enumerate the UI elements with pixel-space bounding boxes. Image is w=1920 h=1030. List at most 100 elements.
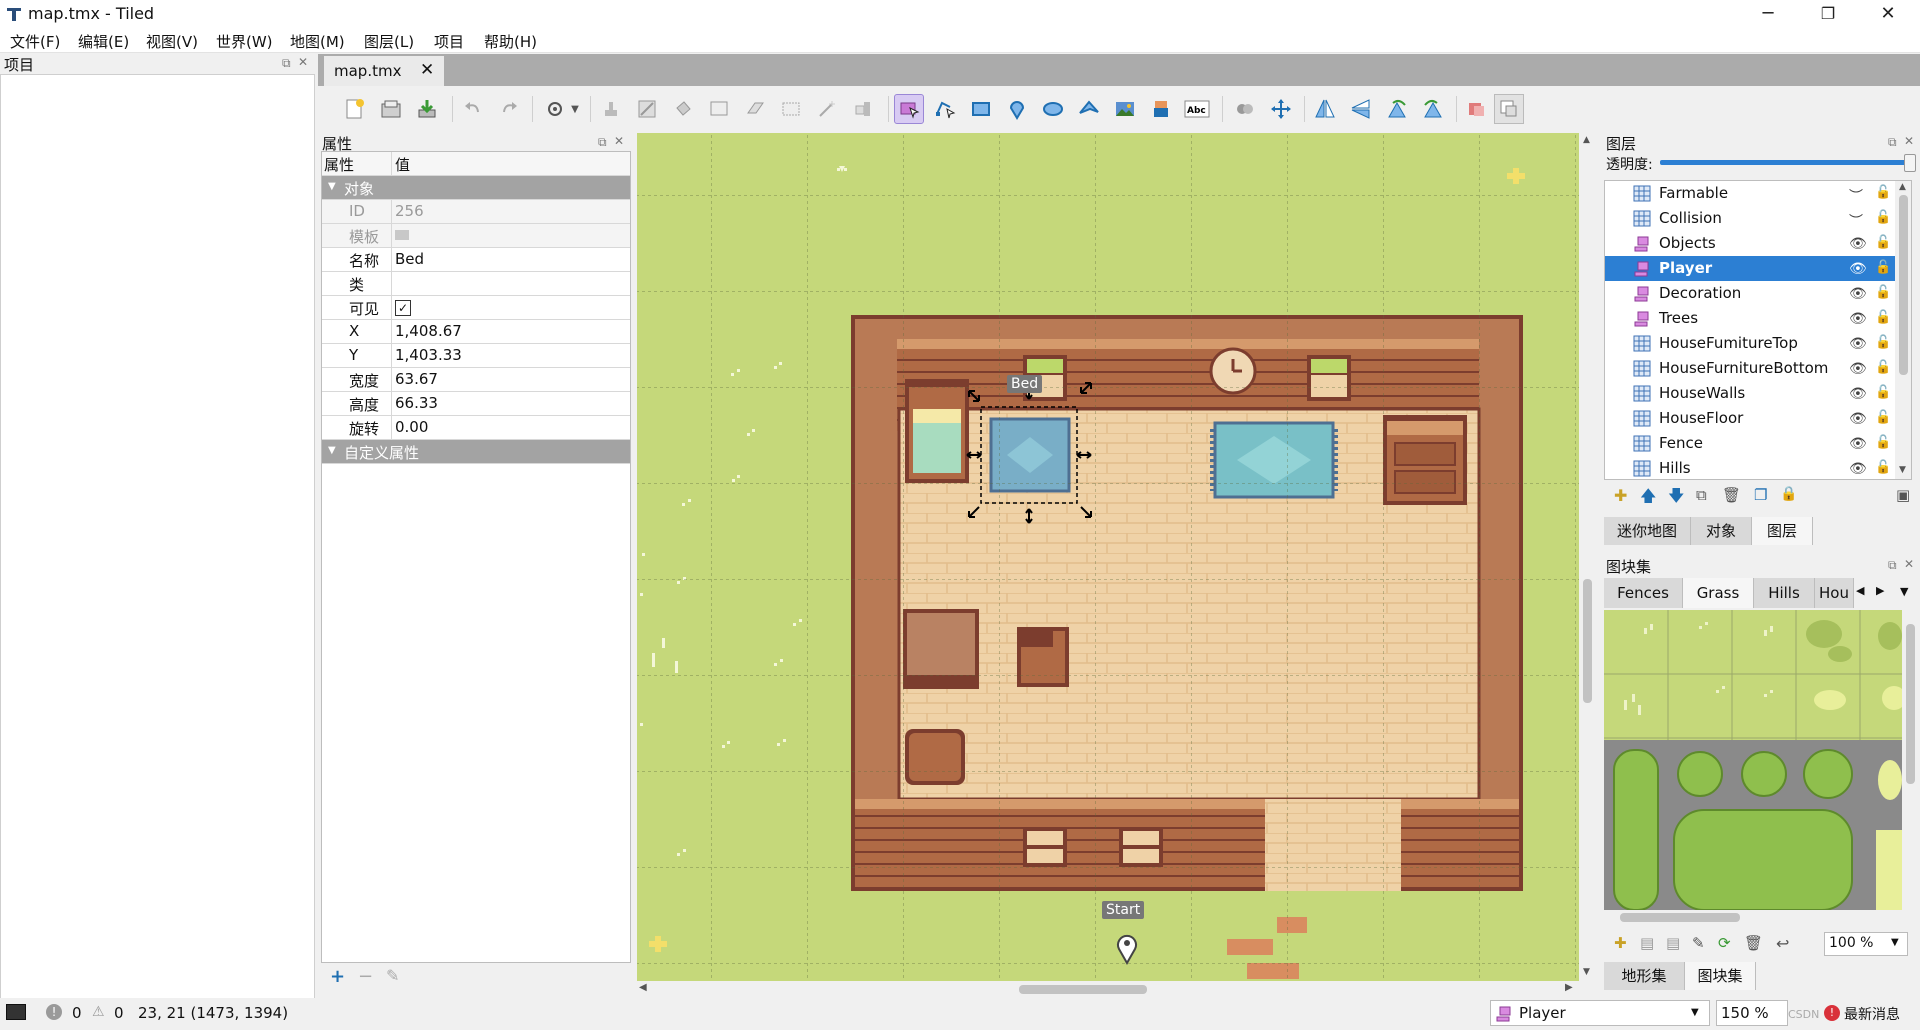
delete-layer-icon[interactable]: 🗑: [1722, 486, 1741, 504]
tab-scroll-right-icon[interactable]: ▶: [1876, 584, 1884, 597]
error-icon[interactable]: !: [46, 1004, 62, 1020]
tileset-tab-house[interactable]: Hou: [1815, 578, 1854, 608]
opacity-slider-handle[interactable]: [1904, 154, 1916, 172]
insert-rectangle-icon[interactable]: [966, 94, 996, 124]
terrain-brush-icon[interactable]: [632, 94, 662, 124]
select-same-tile-icon[interactable]: [848, 94, 878, 124]
visible-checkbox[interactable]: ✓: [395, 300, 411, 316]
property-row[interactable]: 类: [322, 272, 630, 296]
properties-close-icon[interactable]: ✕: [614, 134, 624, 148]
property-value-rotation[interactable]: 0.00: [395, 418, 428, 436]
news-link[interactable]: 最新消息: [1844, 1004, 1900, 1024]
property-row[interactable]: 高度 66.33: [322, 392, 630, 416]
menu-layer[interactable]: 图层(L): [364, 31, 414, 52]
properties-float-icon[interactable]: ⧉: [598, 135, 607, 150]
opacity-slider[interactable]: [1660, 160, 1914, 165]
unlock-icon[interactable]: 🔓: [1875, 460, 1891, 475]
embed-tileset-icon[interactable]: ▤: [1640, 934, 1654, 952]
layer-list-scrollbar[interactable]: ▲ ▼: [1895, 181, 1911, 479]
menu-view[interactable]: 视图(V): [146, 31, 198, 52]
eye-icon[interactable]: 👁: [1849, 261, 1867, 277]
open-icon[interactable]: [376, 94, 406, 124]
unlock-icon[interactable]: 🔓: [1875, 335, 1891, 350]
eye-closed-icon[interactable]: ︶: [1849, 211, 1863, 231]
layer-housefurniture-bottom[interactable]: HouseFurnitureBottom 👁 🔓: [1605, 356, 1895, 381]
new-layer-icon[interactable]: ✚: [1614, 486, 1627, 505]
new-tileset-icon[interactable]: ✚: [1614, 934, 1627, 952]
menu-edit[interactable]: 编辑(E): [78, 31, 129, 52]
layer-collision[interactable]: Collision ︶ 🔓: [1605, 206, 1895, 231]
menu-world[interactable]: 世界(W): [216, 31, 273, 52]
insert-ellipse-icon[interactable]: [1038, 94, 1068, 124]
layer-housefloor[interactable]: HouseFloor 👁 🔓: [1605, 406, 1895, 431]
layers-float-icon[interactable]: ⧉: [1888, 135, 1897, 150]
dynamic-wrapping-icon[interactable]: ↩: [1776, 934, 1789, 953]
hscroll-thumb[interactable]: [1019, 985, 1147, 994]
unlock-icon[interactable]: 🔓: [1875, 260, 1891, 275]
tab-map-tmx[interactable]: map.tmx ✕: [324, 56, 444, 86]
unlock-icon[interactable]: 🔓: [1875, 235, 1891, 250]
menu-project[interactable]: 项目: [434, 31, 464, 52]
insert-polygon-icon[interactable]: [1074, 94, 1104, 124]
property-row[interactable]: 旋转 0.00: [322, 416, 630, 440]
property-row[interactable]: Y 1,403.33: [322, 344, 630, 368]
map-render[interactable]: [637, 133, 1579, 981]
move-icon[interactable]: [1266, 94, 1296, 124]
tileset-zoom-combo[interactable]: 100 % ▼: [1824, 932, 1908, 956]
map-vertical-scrollbar[interactable]: ▲ ▼: [1579, 133, 1595, 981]
tileset-tab-fences[interactable]: Fences: [1604, 578, 1683, 608]
unlock-icon[interactable]: 🔓: [1875, 410, 1891, 425]
property-value-name[interactable]: Bed: [395, 250, 424, 268]
map-horizontal-scrollbar[interactable]: ◀ ▶: [637, 981, 1579, 997]
tab-layers[interactable]: 图层: [1752, 517, 1813, 545]
rect-select-icon[interactable]: [776, 94, 806, 124]
bucket-fill-icon[interactable]: [668, 94, 698, 124]
insert-text-icon[interactable]: Abc: [1182, 94, 1212, 124]
tileset-tab-grass[interactable]: Grass: [1683, 578, 1754, 608]
replace-tileset-icon[interactable]: ⟳: [1718, 934, 1731, 952]
new-map-icon[interactable]: [340, 94, 370, 124]
vscroll-thumb[interactable]: [1583, 579, 1592, 703]
rotate-right-icon[interactable]: [1418, 94, 1448, 124]
rotate-left-icon[interactable]: [1382, 94, 1412, 124]
project-float-icon[interactable]: ⧉: [282, 56, 291, 71]
project-panel[interactable]: [0, 74, 315, 1000]
unlock-icon[interactable]: 🔓: [1875, 310, 1891, 325]
property-value-y[interactable]: 1,403.33: [395, 346, 462, 364]
map-zoom-combo[interactable]: 150 %: [1716, 1000, 1788, 1026]
tab-minimap[interactable]: 迷你地图: [1604, 517, 1691, 545]
collapse-arrow-icon[interactable]: ▼: [328, 445, 336, 456]
property-row[interactable]: 名称 Bed: [322, 248, 630, 272]
unlock-icon[interactable]: 🔓: [1875, 360, 1891, 375]
warning-icon[interactable]: ⚠: [92, 1004, 105, 1020]
layer-housefurniture-top[interactable]: HouseFumitureTop 👁 🔓: [1605, 331, 1895, 356]
tileset-menu-icon[interactable]: ▼: [1900, 585, 1908, 598]
eye-icon[interactable]: 👁: [1849, 461, 1867, 477]
tab-objects[interactable]: 对象: [1691, 517, 1752, 545]
layer-housewalls[interactable]: HouseWalls 👁 🔓: [1605, 381, 1895, 406]
property-row[interactable]: X 1,408.67: [322, 320, 630, 344]
tab-close-icon[interactable]: ✕: [420, 60, 434, 80]
edit-polygons-icon[interactable]: [930, 94, 960, 124]
maximize-button[interactable]: ❐: [1800, 0, 1856, 28]
remove-property-icon[interactable]: −: [358, 966, 373, 987]
eye-icon[interactable]: 👁: [1849, 286, 1867, 302]
unlock-icon[interactable]: 🔓: [1875, 285, 1891, 300]
property-value-height[interactable]: 66.33: [395, 394, 438, 412]
eraser-icon[interactable]: [740, 94, 770, 124]
remove-tileset-icon[interactable]: 🗑: [1744, 934, 1763, 952]
eye-icon[interactable]: 👁: [1849, 236, 1867, 252]
console-icon[interactable]: [6, 1004, 26, 1020]
undo-icon[interactable]: [458, 94, 488, 124]
layer-trees[interactable]: Trees 👁 🔓: [1605, 306, 1895, 331]
tileset-view[interactable]: [1604, 610, 1902, 910]
property-row[interactable]: 可见 ✓: [322, 296, 630, 320]
tilesets-close-icon[interactable]: ✕: [1904, 557, 1914, 571]
tilesets-float-icon[interactable]: ⧉: [1888, 558, 1897, 573]
map-canvas[interactable]: Bed Start: [637, 133, 1579, 981]
layer-scroll-thumb[interactable]: [1899, 195, 1908, 375]
eye-icon[interactable]: 👁: [1849, 436, 1867, 452]
lower-layer-icon[interactable]: 🡇: [1668, 485, 1684, 512]
flip-horizontal-icon[interactable]: [1310, 94, 1340, 124]
world-tool-icon[interactable]: [1230, 94, 1260, 124]
